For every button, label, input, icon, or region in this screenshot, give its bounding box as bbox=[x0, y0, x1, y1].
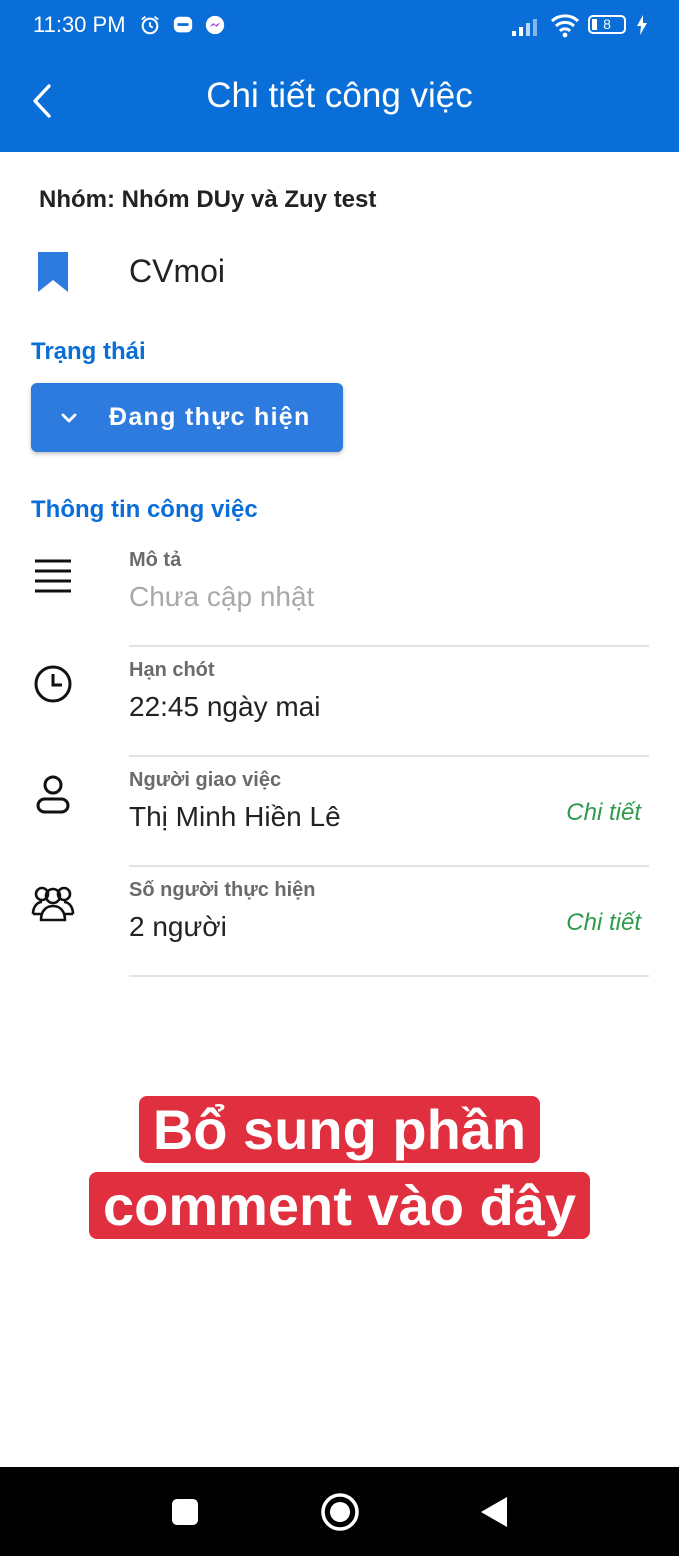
annotation-line-2: comment vào đây bbox=[88, 1172, 591, 1239]
deadline-value: 22:45 ngày mai bbox=[129, 691, 321, 722]
assignees-label: Số người thực hiện bbox=[129, 879, 316, 901]
circle-icon bbox=[321, 1493, 359, 1531]
description-row[interactable]: Mô tả Chưa cập nhật bbox=[0, 537, 679, 647]
deadline-row[interactable]: Hạn chót 22:45 ngày mai bbox=[0, 647, 679, 757]
group-name: Nhóm: Nhóm DUy và Zuy test bbox=[39, 186, 377, 213]
assignees-detail-link[interactable]: Chi tiết bbox=[566, 909, 641, 937]
assigner-value: Thị Minh Hiền Lê bbox=[129, 801, 341, 832]
battery-level: 8 bbox=[603, 16, 611, 32]
status-dropdown-button[interactable]: Đang thực hiện bbox=[31, 383, 343, 452]
system-nav-bar bbox=[0, 1467, 679, 1556]
status-bar: 11:30 PM 8 bbox=[0, 0, 679, 52]
bookmark-icon bbox=[38, 252, 68, 292]
task-name: CVmoi bbox=[129, 253, 226, 289]
alarm-icon bbox=[141, 16, 159, 35]
assigner-detail-link[interactable]: Chi tiết bbox=[566, 799, 641, 827]
status-time: 11:30 PM bbox=[33, 12, 126, 37]
assigner-row: Người giao việc Thị Minh Hiền Lê Chi tiế… bbox=[0, 757, 679, 867]
annotation-callout: Bổ sung phần comment vào đây bbox=[0, 1092, 679, 1244]
menu-lines-icon bbox=[35, 559, 71, 593]
info-section-title: Thông tin công việc bbox=[31, 496, 258, 523]
zalo-icon bbox=[173, 16, 193, 33]
charging-icon bbox=[637, 15, 647, 35]
description-label: Mô tả bbox=[129, 549, 182, 571]
status-section-title: Trạng thái bbox=[31, 338, 146, 365]
wifi-icon bbox=[550, 14, 580, 38]
back-nav-button[interactable] bbox=[471, 1489, 517, 1535]
assignees-row: Số người thực hiện 2 người Chi tiết bbox=[0, 867, 679, 977]
square-icon bbox=[172, 1499, 198, 1525]
annotation-line-1: Bổ sung phần bbox=[138, 1096, 541, 1163]
battery-icon: 8 bbox=[588, 15, 626, 34]
deadline-label: Hạn chót bbox=[129, 659, 215, 681]
assignees-value: 2 người bbox=[129, 911, 227, 942]
divider bbox=[129, 975, 649, 977]
page-title: Chi tiết công việc bbox=[206, 76, 473, 115]
signal-icon bbox=[512, 19, 537, 36]
clock-icon bbox=[34, 665, 72, 703]
chevron-down-icon bbox=[61, 413, 77, 422]
triangle-back-icon bbox=[481, 1497, 507, 1527]
messenger-icon bbox=[205, 15, 225, 35]
recents-button[interactable] bbox=[162, 1489, 208, 1535]
assigner-label: Người giao việc bbox=[129, 769, 282, 791]
description-value: Chưa cập nhật bbox=[129, 581, 315, 612]
people-icon bbox=[31, 886, 75, 922]
person-icon bbox=[36, 775, 70, 814]
status-value: Đang thực hiện bbox=[109, 403, 311, 431]
home-button[interactable] bbox=[317, 1489, 363, 1535]
